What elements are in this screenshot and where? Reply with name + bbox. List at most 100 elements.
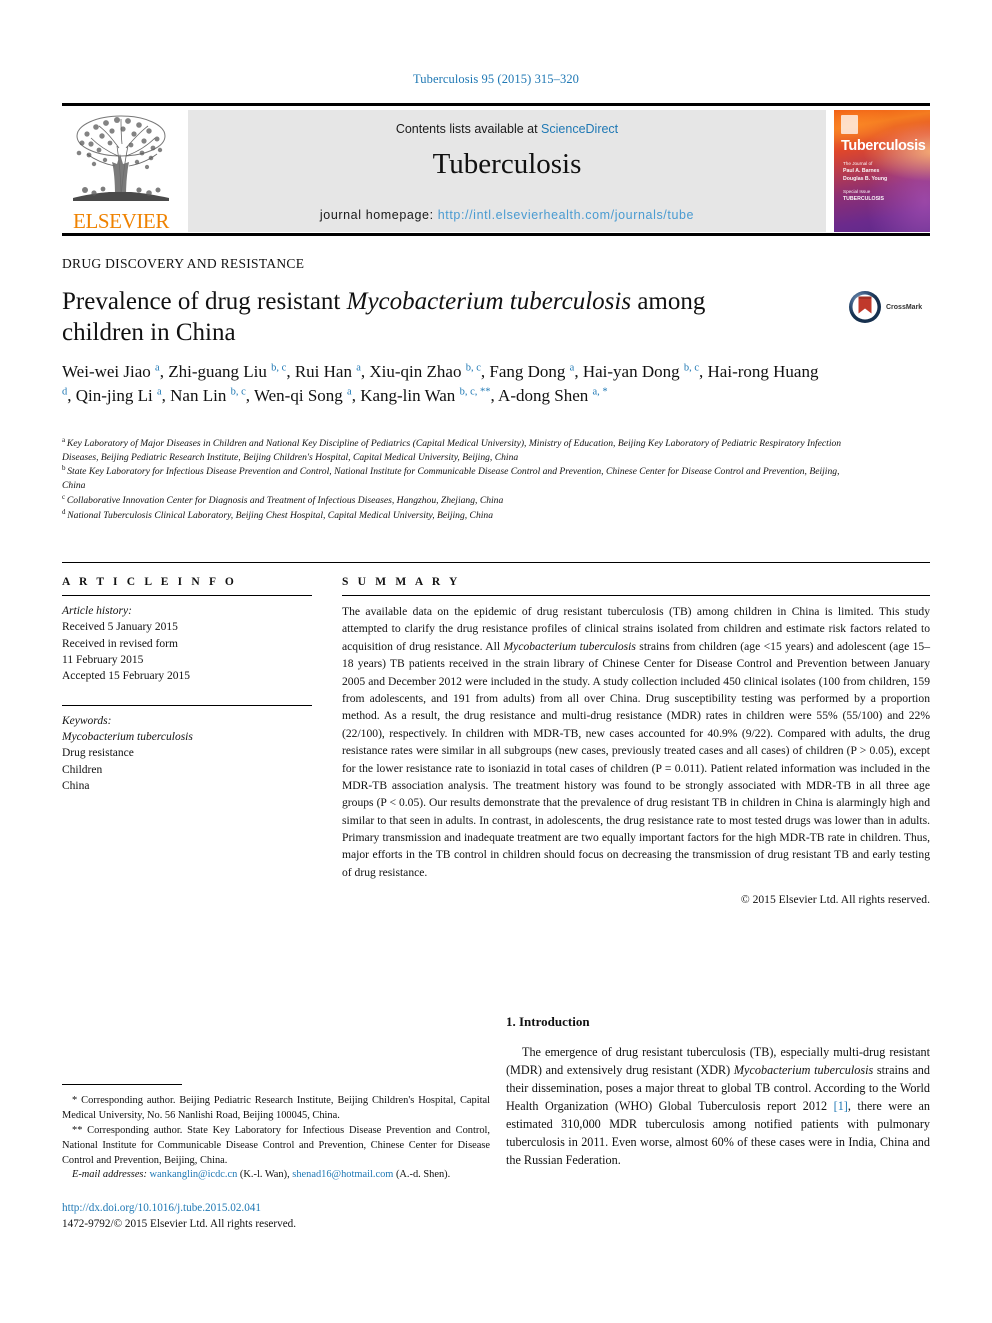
- footer-identifiers: http://dx.doi.org/10.1016/j.tube.2015.02…: [62, 1200, 490, 1232]
- author-affiliation-marker: b, c: [230, 386, 246, 398]
- cover-line5: TUBERCULOSIS: [843, 196, 884, 203]
- author-name: Wen-qi Song: [253, 386, 348, 406]
- cover-line1: The Journal of: [843, 161, 873, 166]
- corresponding-author-1: * Corresponding author. Beijing Pediatri…: [62, 1095, 490, 1121]
- elsevier-wordmark: ELSEVIER: [73, 209, 169, 233]
- summary-text: The available data on the epidemic of dr…: [342, 603, 930, 881]
- keyword-item: Children: [62, 763, 103, 776]
- author-name: Zhi-guang Liu: [168, 362, 272, 381]
- title-part-1: Prevalence of drug resistant: [62, 288, 347, 315]
- keyword-items: Mycobacterium tuberculosis Drug resistanc…: [62, 729, 312, 794]
- masthead-bottom-rule: [62, 233, 930, 236]
- page-title: Prevalence of drug resistant Mycobacteri…: [62, 286, 762, 349]
- author-name: Qin-jing Li: [75, 386, 157, 406]
- affiliation-marker: c: [62, 492, 67, 501]
- masthead-top-rule: [62, 103, 930, 106]
- elsevier-logo: ELSEVIER: [62, 110, 180, 232]
- introduction-section: 1. Introduction The emergence of drug re…: [506, 1014, 930, 1170]
- sciencedirect-link[interactable]: ScienceDirect: [541, 122, 618, 136]
- crossmark-icon: [849, 291, 881, 323]
- introduction-heading: 1. Introduction: [506, 1014, 590, 1029]
- journal-cover-image: Tuberculosis The Journal of Paul A. Barn…: [834, 110, 930, 232]
- cover-line4: Special Issue: [843, 189, 871, 195]
- keyword-item: Mycobacterium tuberculosis: [62, 730, 193, 743]
- author-name: Nan Lin: [170, 386, 231, 406]
- running-head: Tuberculosis 95 (2015) 315–320: [412, 72, 580, 86]
- affiliation-item: a Key Laboratory of Major Diseases in Ch…: [62, 436, 842, 463]
- author-affiliation-marker: b, c: [271, 362, 287, 374]
- author-name: Fang Dong: [489, 362, 570, 381]
- article-info-heading: A R T I C L E I N F O: [62, 576, 237, 588]
- article-info-column: A R T I C L E I N F O Article history: R…: [62, 576, 312, 794]
- doi-link[interactable]: http://dx.doi.org/10.1016/j.tube.2015.02…: [62, 1200, 490, 1216]
- intro-species-italic: Mycobacterium tuberculosis: [733, 1062, 874, 1077]
- introduction-paragraph: The emergence of drug resistant tubercul…: [506, 1044, 930, 1170]
- author-name: Xiu-qin Zhao: [369, 362, 466, 381]
- email-link-1[interactable]: wankanglin@icdc.cn: [150, 1169, 238, 1180]
- article-history-line: Accepted 15 February 2015: [62, 670, 191, 683]
- cover-editor-credits: The Journal of Paul A. Barnes Douglas B.…: [843, 160, 887, 203]
- email-link-2[interactable]: shenad16@hotmail.com: [292, 1169, 393, 1180]
- author-affiliation-marker: b, c, **: [459, 386, 491, 398]
- journal-title: Tuberculosis: [432, 148, 582, 180]
- affiliation-marker: a: [62, 436, 67, 444]
- article-info-rule: [62, 595, 312, 596]
- cover-line2: Paul A. Barnes: [843, 168, 880, 175]
- author-affiliation-marker: a, *: [592, 386, 608, 398]
- summary-column: S U M M A R Y The available data on the …: [342, 576, 930, 906]
- author-affiliation-marker: a: [347, 386, 352, 398]
- corresponding-author-2: ** Corresponding author. State Key Labor…: [62, 1124, 490, 1166]
- journal-article-first-page: Tuberculosis 95 (2015) 315–320 ELSEVIER …: [0, 0, 992, 1323]
- cover-line3: Douglas B. Young: [843, 176, 888, 183]
- summary-rule: [342, 595, 930, 596]
- homepage-url-link[interactable]: http://intl.elsevierhealth.com/journals/…: [438, 208, 694, 222]
- author-name: Hai-rong Huang: [707, 362, 819, 381]
- author-affiliation-marker: b, c: [683, 362, 700, 374]
- journal-homepage-line: journal homepage: http://intl.elsevierhe…: [188, 208, 826, 222]
- email-owner-1: (K.-l. Wan),: [239, 1169, 290, 1181]
- affiliation-item: d National Tuberculosis Clinical Laborat…: [62, 507, 494, 521]
- citation-link-1[interactable]: [1]: [834, 1099, 848, 1113]
- article-history-block: Article history: Received 5 January 2015…: [62, 603, 312, 685]
- cover-journal-title: Tuberculosis: [841, 138, 926, 154]
- footnote-rule: [62, 1084, 182, 1085]
- author-affiliation-marker: a: [356, 362, 361, 374]
- author-list: Wei-wei Jiao a, Zhi-guang Liu b, c, Rui …: [62, 362, 819, 406]
- summary-species-italic: Mycobacterium tuberculosis: [503, 639, 636, 653]
- email-addresses-line: E-mail addresses: wankanglin@icdc.cn (K.…: [62, 1168, 490, 1183]
- affiliation-marker: d: [62, 507, 68, 516]
- affiliation-item: c Collaborative Innovation Center for Di…: [62, 492, 504, 506]
- author-name: Kang-lin Wan: [360, 386, 460, 406]
- issn-copyright: 1472-9792/© 2015 Elsevier Ltd. All right…: [62, 1218, 297, 1231]
- author-affiliation-marker: a: [569, 362, 575, 374]
- masthead-center-panel: Contents lists available at ScienceDirec…: [188, 110, 826, 232]
- copyright-line: © 2015 Elsevier Ltd. All rights reserved…: [740, 893, 930, 907]
- affiliation-marker: b: [62, 464, 68, 473]
- article-history-line: Received in revised form: [62, 637, 178, 650]
- affiliation-item: b State Key Laboratory for Infectious Di…: [62, 464, 840, 492]
- email-label: E-mail addresses:: [72, 1169, 147, 1181]
- author-name: Rui Han: [294, 362, 357, 381]
- section-kicker: DRUG DISCOVERY AND RESISTANCE: [62, 256, 305, 271]
- crossmark-badge[interactable]: CrossMark: [848, 290, 922, 324]
- keywords-label: Keywords:: [62, 714, 112, 727]
- keyword-item: Drug resistance: [62, 747, 134, 760]
- crossmark-label: CrossMark: [886, 303, 923, 311]
- author-affiliation-marker: a: [156, 386, 162, 398]
- author-name: Wei-wei Jiao: [62, 362, 156, 381]
- author-affiliation-marker: d: [62, 386, 68, 398]
- keywords-rule: [62, 704, 312, 706]
- keywords-block: Keywords: Mycobacterium tuberculosis Drug…: [62, 713, 312, 795]
- contents-available-line: Contents lists available at ScienceDirec…: [188, 122, 826, 136]
- email-owner-2: (A.-d. Shen).: [395, 1169, 451, 1181]
- author-affiliation-marker: b, c: [465, 362, 481, 374]
- contents-prefix: Contents lists available at: [395, 122, 542, 136]
- article-history-line: Received 5 January 2015: [62, 621, 178, 634]
- author-name: Hai-yan Dong: [582, 362, 684, 381]
- article-history-line: 11 February 2015: [62, 653, 144, 666]
- abstract-top-rule: [62, 562, 930, 563]
- title-species-italic: Mycobacterium tuberculosis: [346, 288, 632, 315]
- summary-heading: S U M M A R Y: [342, 576, 461, 588]
- journal-masthead: ELSEVIER Contents lists available at Sci…: [62, 103, 930, 232]
- article-history-label: Article history:: [62, 605, 132, 617]
